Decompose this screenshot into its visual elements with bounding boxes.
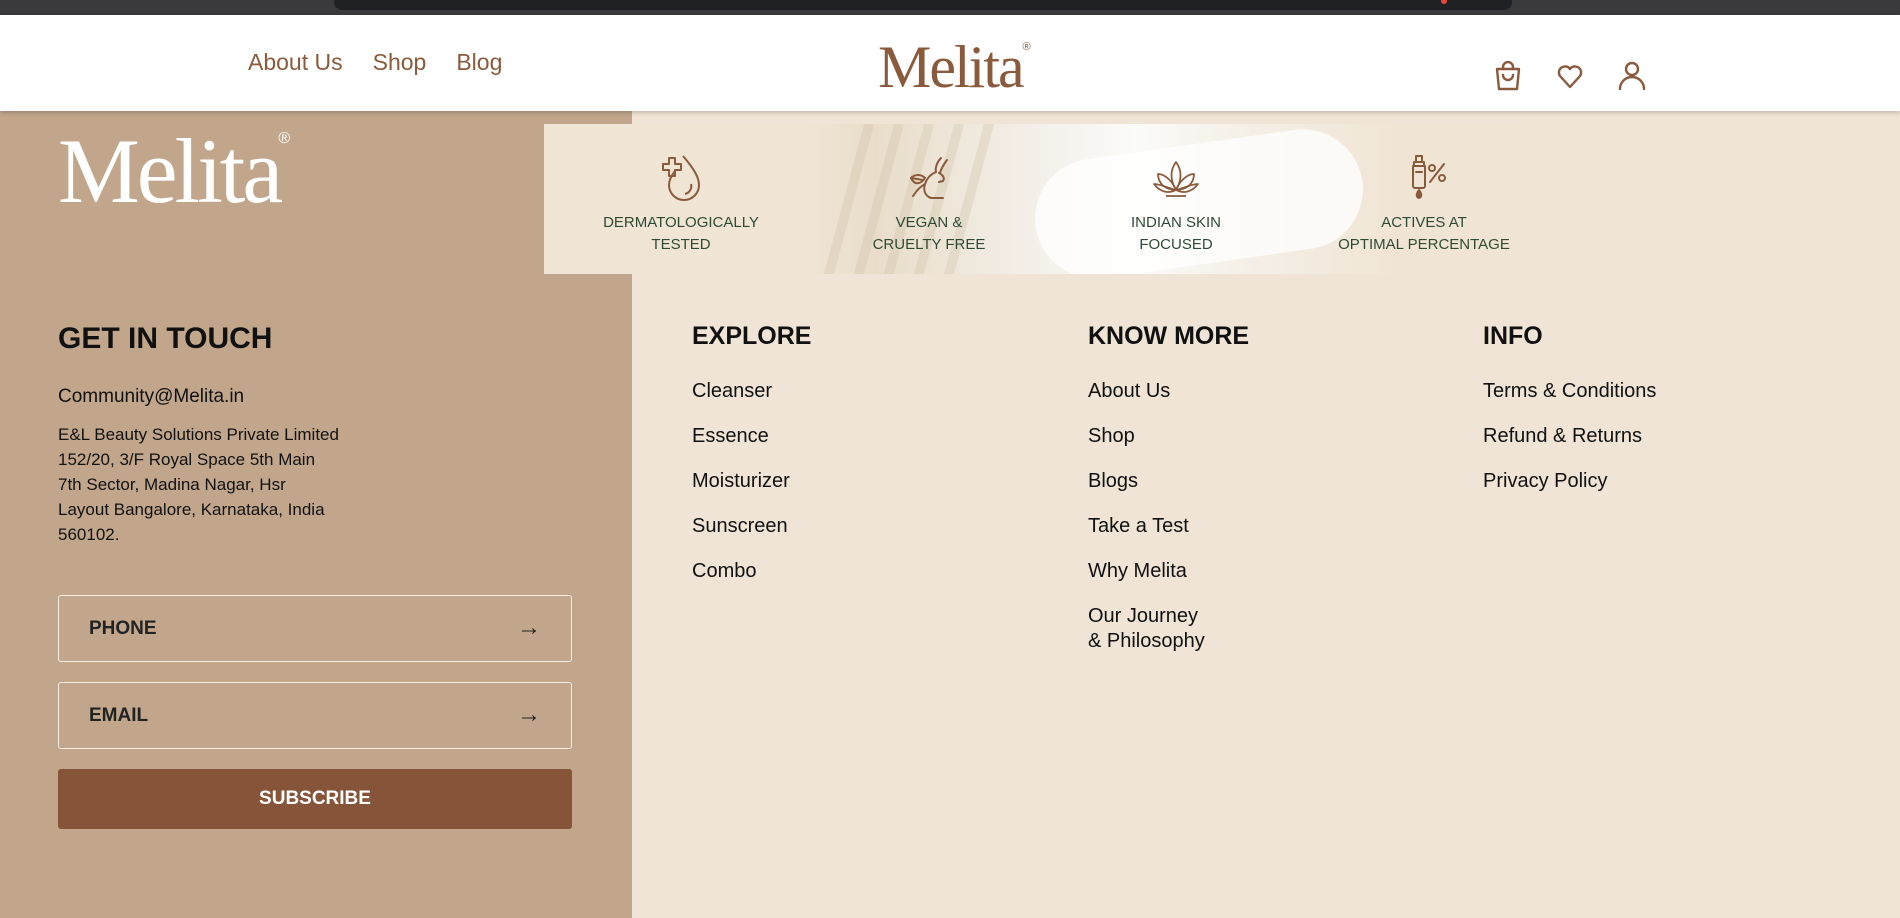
phone-input[interactable] [89, 614, 469, 644]
list-item: Moisturizer [692, 469, 811, 494]
link-why-melita[interactable]: Why Melita [1088, 560, 1187, 582]
list-item: Our Journey & Philosophy [1088, 604, 1249, 654]
link-cleanser[interactable]: Cleanser [692, 380, 772, 402]
badge-indian-skin-focused: INDIAN SKIN FOCUSED [1066, 152, 1286, 256]
nav-about-us[interactable]: About Us [248, 49, 343, 76]
footer-logo: Melita ® [58, 125, 290, 217]
header-actions [1494, 61, 1646, 91]
company-address: E&L Beauty Solutions Private Limited 152… [58, 425, 339, 544]
list-item: Blogs [1088, 469, 1249, 494]
link-our-journey[interactable]: Our Journey & Philosophy [1088, 605, 1205, 652]
list-item: Why Melita [1088, 559, 1249, 584]
email-field: → [58, 682, 572, 749]
footer-logo-text: Melita [58, 120, 283, 222]
dropper-percent-icon [1398, 152, 1450, 204]
list-item: Sunscreen [692, 514, 811, 539]
get-in-touch-title: GET IN TOUCH [58, 322, 273, 355]
list-item: Essence [692, 424, 811, 449]
contact-panel: Melita ® GET IN TOUCH Community@Melita.in… [0, 111, 632, 918]
link-moisturizer[interactable]: Moisturizer [692, 470, 790, 492]
link-terms-conditions[interactable]: Terms & Conditions [1483, 380, 1656, 402]
badge-label: ACTIVES AT OPTIMAL PERCENTAGE [1338, 214, 1510, 253]
link-combo[interactable]: Combo [692, 560, 756, 582]
list-item: About Us [1088, 379, 1249, 404]
list-item: Privacy Policy [1483, 469, 1656, 494]
registered-mark: ® [278, 130, 291, 147]
browser-chrome [0, 0, 1900, 15]
list-item: Take a Test [1088, 514, 1249, 539]
list-item: Shop [1088, 424, 1249, 449]
link-privacy-policy[interactable]: Privacy Policy [1483, 470, 1607, 492]
list-item: Terms & Conditions [1483, 379, 1656, 404]
phone-submit-arrow-icon[interactable]: → [517, 614, 541, 642]
feature-badges: DERMATOLOGICALLY TESTED VEGAN & CRUELTY … [544, 124, 1522, 274]
explore-title: EXPLORE [692, 322, 812, 350]
lotus-icon [1150, 152, 1202, 204]
link-blogs[interactable]: Blogs [1088, 470, 1138, 492]
address-bar[interactable] [334, 0, 1512, 10]
rabbit-icon [903, 152, 955, 204]
list-item: Combo [692, 559, 811, 584]
nav-shop[interactable]: Shop [373, 49, 427, 76]
registered-mark: ® [1022, 41, 1031, 53]
email-input[interactable] [89, 701, 469, 731]
site-header: About Us Shop Blog Melita ® [0, 15, 1900, 111]
explore-links: Cleanser Essence Moisturizer Sunscreen C… [692, 379, 811, 584]
link-essence[interactable]: Essence [692, 425, 769, 447]
header-logo[interactable]: Melita ® [878, 34, 1031, 100]
user-icon[interactable] [1618, 61, 1646, 91]
drop-plus-icon [655, 152, 707, 204]
badge-dermatologically-tested: DERMATOLOGICALLY TESTED [571, 152, 791, 256]
info-column: INFO Terms & Conditions Refund & Returns… [1483, 322, 1656, 514]
badge-vegan-cruelty-free: VEGAN & CRUELTY FREE [819, 152, 1039, 256]
link-refund-returns[interactable]: Refund & Returns [1483, 425, 1642, 447]
link-take-a-test[interactable]: Take a Test [1088, 515, 1189, 537]
info-links: Terms & Conditions Refund & Returns Priv… [1483, 379, 1656, 494]
explore-column: EXPLORE Cleanser Essence Moisturizer Sun… [692, 322, 811, 604]
badge-label: DERMATOLOGICALLY TESTED [603, 214, 759, 253]
know-more-title: KNOW MORE [1088, 322, 1250, 350]
know-more-column: KNOW MORE About Us Shop Blogs Take a Tes… [1088, 322, 1249, 674]
header-logo-text: Melita [878, 34, 1025, 100]
subscribe-button[interactable]: SUBSCRIBE [58, 769, 572, 829]
email-submit-arrow-icon[interactable]: → [517, 701, 541, 729]
nav-blog[interactable]: Blog [456, 49, 502, 76]
main-nav: About Us Shop Blog [248, 49, 502, 76]
list-item: Cleanser [692, 379, 811, 404]
info-title: INFO [1483, 322, 1543, 350]
list-item: Refund & Returns [1483, 424, 1656, 449]
contact-email[interactable]: Community@Melita.in [58, 386, 244, 408]
link-shop[interactable]: Shop [1088, 425, 1135, 447]
know-more-links: About Us Shop Blogs Take a Test Why Meli… [1088, 379, 1249, 654]
phone-field: → [58, 595, 572, 662]
heart-icon[interactable] [1556, 61, 1584, 91]
shopping-bag-icon[interactable] [1494, 61, 1522, 91]
badge-label: INDIAN SKIN FOCUSED [1130, 214, 1221, 253]
badge-label: VEGAN & CRUELTY FREE [872, 214, 986, 253]
link-sunscreen[interactable]: Sunscreen [692, 515, 788, 537]
link-about-us[interactable]: About Us [1088, 380, 1170, 402]
badge-actives-optimal-percentage: ACTIVES AT OPTIMAL PERCENTAGE [1314, 152, 1522, 256]
